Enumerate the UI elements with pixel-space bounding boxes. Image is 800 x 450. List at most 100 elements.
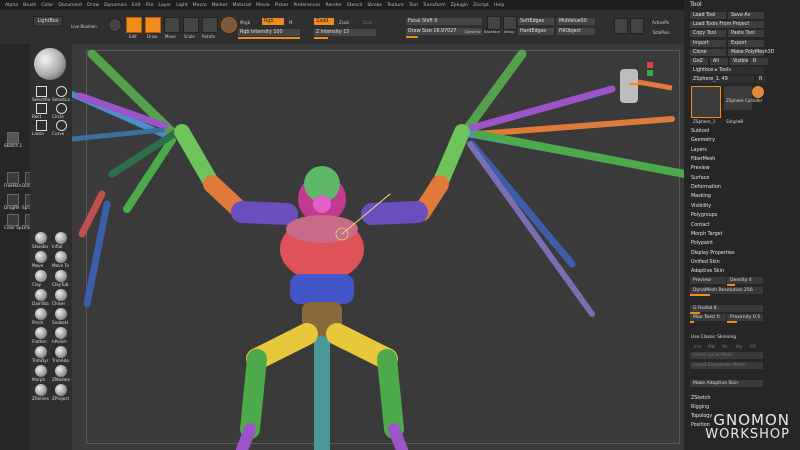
brush-icon[interactable]: [35, 232, 47, 244]
menu-picker[interactable]: Picker: [275, 3, 289, 8]
material-icon[interactable]: [221, 17, 237, 33]
tool-menu-display-properties[interactable]: Display Properties: [691, 251, 734, 256]
menu-transform[interactable]: Transform: [423, 3, 446, 8]
tool-menu-contact[interactable]: Contact: [691, 223, 710, 228]
tool-menu-layers[interactable]: Layers: [691, 148, 707, 153]
tool-menu-morph-target[interactable]: Morph Target: [691, 232, 723, 237]
tool-button[interactable]: Load Tool: [690, 12, 726, 19]
menu-render[interactable]: Render: [325, 3, 341, 8]
scale-mode-icon[interactable]: [183, 17, 199, 33]
menu-alpha[interactable]: Alpha: [5, 3, 18, 8]
tool-button[interactable]: All: [710, 58, 728, 65]
tool-menu-polypaint[interactable]: Polypaint: [691, 241, 713, 246]
adaptive-make-control[interactable]: Make Adaptive Skin: [690, 380, 763, 387]
backface-icon[interactable]: [487, 16, 501, 30]
menu-movie[interactable]: Movie: [256, 3, 270, 8]
adaptive-insert_local-control[interactable]: Insert Local Mesh: [690, 352, 763, 359]
move-mode-icon[interactable]: [164, 17, 180, 33]
live-boolean-button[interactable]: Live Boolean: [71, 24, 97, 29]
tool-button[interactable]: Import: [690, 39, 726, 47]
menu-color[interactable]: Color: [41, 3, 53, 8]
brush-icon[interactable]: [35, 289, 47, 301]
selection-tool-icon[interactable]: [36, 120, 47, 131]
fill-object-button[interactable]: FillObject: [557, 28, 595, 35]
brush-icon[interactable]: [55, 327, 67, 339]
mesh-icon[interactable]: [630, 18, 644, 34]
tool-menu-polygroups[interactable]: Polygroups: [691, 213, 717, 218]
classic-option[interactable]: Mc: [722, 344, 728, 349]
draw-mode-icon[interactable]: [145, 17, 161, 33]
menu-edit[interactable]: Edit: [132, 3, 141, 8]
brush-icon[interactable]: [35, 308, 47, 320]
menu-dynamics[interactable]: Dynamics: [104, 3, 127, 8]
tool-menu-preview[interactable]: Preview: [691, 166, 710, 171]
setup-icon[interactable]: [503, 16, 517, 30]
adaptive-preview-control[interactable]: Preview: [690, 277, 726, 284]
menu-layer[interactable]: Layer: [158, 3, 171, 8]
menu-tool[interactable]: Tool: [409, 3, 418, 8]
brush-icon[interactable]: [55, 289, 67, 301]
tool-button[interactable]: R: [750, 58, 768, 65]
tool-button[interactable]: Clone: [690, 48, 726, 56]
adaptive-g_radial-control[interactable]: G Radial 8: [690, 305, 763, 312]
dynamic-button[interactable]: Dynamic: [465, 30, 481, 34]
menu-material[interactable]: Material: [232, 3, 251, 8]
focal-shift-slider[interactable]: Focal Shift 0: [406, 18, 482, 25]
brush-icon[interactable]: [35, 365, 47, 377]
tool-button[interactable]: Visible: [730, 58, 749, 65]
zsub-button[interactable]: Zsub: [339, 20, 349, 25]
tool-menu-visibility[interactable]: Visibility: [691, 204, 711, 209]
adaptive-max_twist-control[interactable]: Max Twist 0: [690, 314, 726, 321]
zadd-button[interactable]: Zadd: [314, 18, 334, 25]
selection-tool-icon[interactable]: [56, 103, 67, 114]
menu-zplugin[interactable]: Zplugin: [451, 3, 468, 8]
midvalue-slider[interactable]: MidValue50: [557, 18, 595, 25]
menu-texture[interactable]: Texture: [387, 3, 404, 8]
tool-button[interactable]: Export: [728, 39, 764, 47]
menu-stroke[interactable]: Stroke: [367, 3, 382, 8]
adaptive-density-control[interactable]: Density 4: [727, 277, 763, 284]
rotate-mode-icon[interactable]: [202, 17, 218, 33]
selection-tool-icon[interactable]: [36, 86, 47, 97]
brush-icon[interactable]: [55, 365, 67, 377]
menu-preferences[interactable]: Preferences: [293, 3, 320, 8]
brush-icon[interactable]: [55, 270, 67, 282]
menu-brush[interactable]: Brush: [23, 3, 36, 8]
brush-icon[interactable]: [35, 251, 47, 263]
tool-button[interactable]: ZSphere_1. 49: [690, 76, 754, 84]
menu-zscript[interactable]: Zscript: [473, 3, 489, 8]
use-classic-skinning-label[interactable]: Use Classic Skinning: [691, 335, 736, 340]
menu-marker[interactable]: Marker: [212, 3, 228, 8]
m-button[interactable]: M: [289, 20, 292, 25]
tool-menu-zsketch[interactable]: ZSketch: [691, 396, 710, 401]
selection-tool-icon[interactable]: [56, 120, 67, 131]
menu-light[interactable]: Light: [176, 3, 187, 8]
menu-document[interactable]: Document: [58, 3, 82, 8]
selection-tool-icon[interactable]: [56, 86, 67, 97]
classic-option[interactable]: PD: [750, 344, 756, 349]
menu-help[interactable]: Help: [494, 3, 504, 8]
classic-option[interactable]: Ires: [694, 344, 702, 349]
brush-icon[interactable]: [55, 251, 67, 263]
viewport-canvas[interactable]: [72, 44, 684, 450]
tool-menu-rigging[interactable]: Rigging: [691, 405, 709, 410]
hard-edges-button[interactable]: HardEdges: [518, 28, 554, 35]
classic-option[interactable]: Mp: [736, 344, 742, 349]
tool-button[interactable]: Paste Tool: [728, 30, 764, 38]
tool-button[interactable]: R: [756, 76, 766, 84]
simple-brush-thumb-icon[interactable]: [752, 86, 764, 98]
classic-option[interactable]: Mbr: [708, 344, 716, 349]
brush-icon[interactable]: [35, 384, 47, 396]
tool-menu-masking[interactable]: Masking: [691, 194, 711, 199]
brush-icon[interactable]: [55, 346, 67, 358]
brush-icon[interactable]: [55, 232, 67, 244]
tool-menu-geometry[interactable]: Geometry: [691, 138, 715, 143]
document-icon[interactable]: [614, 18, 628, 34]
tool-menu-deformation[interactable]: Deformation: [691, 185, 721, 190]
menu-stencil[interactable]: Stencil: [347, 3, 363, 8]
brush-icon[interactable]: [35, 270, 47, 282]
sphere-icon[interactable]: [108, 18, 122, 32]
selection-tool-icon[interactable]: [36, 103, 47, 114]
adaptive-insert_connector-control[interactable]: Insert Connector Mesh: [690, 362, 763, 369]
tool-menu-fibermesh[interactable]: FiberMesh: [691, 157, 715, 162]
